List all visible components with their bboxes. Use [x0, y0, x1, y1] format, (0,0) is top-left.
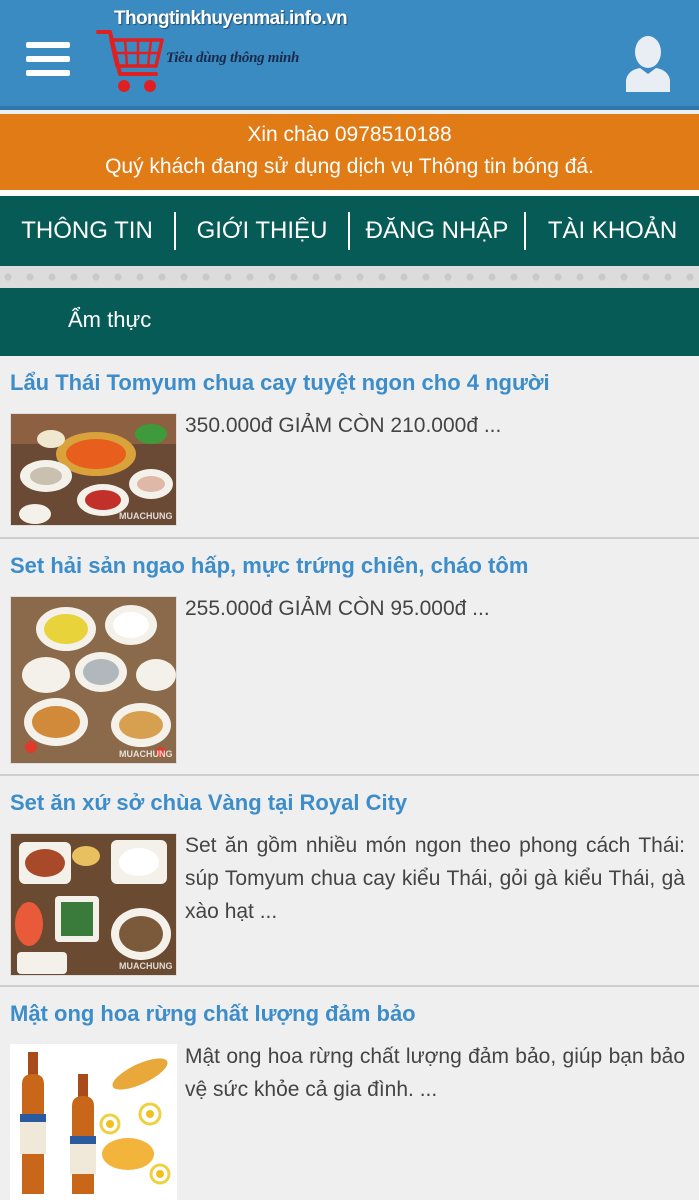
list-item: Lẩu Thái Tomyum chua cay tuyệt ngon cho … [0, 356, 699, 539]
image-watermark: MUACHUNG [119, 961, 173, 971]
nav-item-thong-tin[interactable]: THÔNG TIN [0, 196, 174, 266]
image-watermark: MUACHUNG [119, 511, 173, 521]
list-item: Set ăn xứ sở chùa Vàng tại Royal City MU… [0, 776, 699, 987]
nav-item-dang-nhap[interactable]: ĐĂNG NHẬP [350, 196, 524, 266]
user-avatar-icon[interactable] [624, 34, 672, 92]
list-item: Mật ong hoa rừng chất lượng đảm bảo Mật … [0, 987, 699, 1200]
logo-slogan: Tiêu dùng thông minh [166, 50, 300, 66]
article-thumbnail[interactable]: MUACHUNG [10, 413, 177, 526]
article-thumbnail[interactable]: MUACHUNG [10, 596, 177, 764]
greeting-line-1: Xin chào 0978510188 [247, 123, 452, 146]
hotpot-image [11, 414, 176, 525]
article-description: 350.000đ GIẢM CÒN 210.000đ ... [185, 414, 502, 437]
nav-item-gioi-thieu[interactable]: GIỚI THIỆU [176, 196, 348, 266]
thai-set-image [11, 834, 176, 975]
image-watermark: MUACHUNG [119, 749, 173, 759]
list-item: Set hải sản ngao hấp, mực trứng chiên, c… [0, 539, 699, 776]
seafood-set-image [11, 597, 176, 763]
article-title[interactable]: Set ăn xứ sở chùa Vàng tại Royal City [10, 790, 407, 816]
article-description: Mật ong hoa rừng chất lượng đảm bảo, giú… [185, 1045, 685, 1101]
greeting-banner: Xin chào 0978510188 Quý khách đang sử dụ… [0, 114, 699, 190]
nav-item-tai-khoan[interactable]: TÀI KHOẢN [526, 196, 699, 266]
article-title[interactable]: Mật ong hoa rừng chất lượng đảm bảo [10, 1001, 416, 1027]
site-logo[interactable]: Thongtinkhuyenmai.info.vn Tiêu dùng thôn… [96, 6, 348, 100]
pattern-strip [0, 266, 699, 288]
article-thumbnail[interactable] [10, 1044, 177, 1200]
greeting-line-2: Quý khách đang sử dụng dịch vụ Thông tin… [105, 155, 594, 178]
hamburger-menu-icon[interactable] [26, 42, 70, 78]
article-description: 255.000đ GIẢM CÒN 95.000đ ... [185, 597, 490, 620]
shopping-cart-icon [96, 30, 164, 92]
main-nav: THÔNG TIN GIỚI THIỆU ĐĂNG NHẬP TÀI KHOẢN [0, 196, 699, 266]
article-title[interactable]: Lẩu Thái Tomyum chua cay tuyệt ngon cho … [10, 370, 550, 396]
article-title[interactable]: Set hải sản ngao hấp, mực trứng chiên, c… [10, 553, 528, 579]
app-header: Thongtinkhuyenmai.info.vn Tiêu dùng thôn… [0, 0, 699, 110]
article-description: Set ăn gồm nhiều món ngon theo phong các… [185, 834, 685, 923]
article-thumbnail[interactable]: MUACHUNG [10, 833, 177, 976]
honey-bottles-image [10, 1044, 177, 1200]
category-title: Ẩm thực [0, 288, 699, 356]
